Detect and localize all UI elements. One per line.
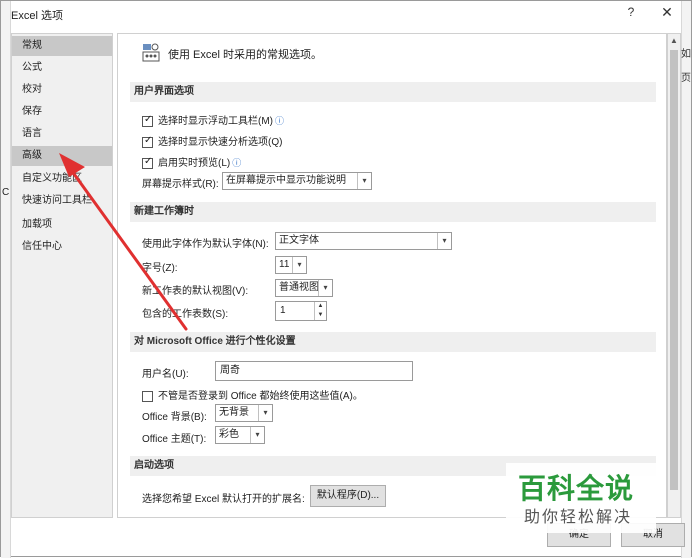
option-live-preview[interactable]: 启用实时预览(L)ⓘ [142, 154, 241, 169]
nav-item-quick-access-toolbar[interactable]: 快速访问工具栏 [12, 191, 112, 211]
nav-item-customize-ribbon[interactable]: 自定义功能区 [12, 169, 112, 189]
section-new-workbook: 新建工作簿时 [130, 202, 656, 222]
spinner-arrows-icon[interactable]: ▲ ▼ [314, 302, 326, 320]
chevron-down-icon: ▾ [250, 427, 264, 443]
screentip-label: 屏幕提示样式(R): [142, 179, 219, 190]
username-input[interactable]: 周奇 [215, 361, 413, 381]
chevron-down-icon: ▾ [318, 280, 332, 296]
content-scrollbar[interactable]: ▲ [667, 33, 681, 518]
quick-analysis-checkbox[interactable] [142, 135, 153, 148]
chevron-down-icon: ▾ [292, 257, 306, 273]
options-content: 使用 Excel 时采用的常规选项。 用户界面选项 选择时显示浮动工具栏(M)ⓘ… [117, 33, 667, 518]
background-label-left: C [2, 187, 10, 198]
default-font-value: 正文字体 [279, 235, 319, 246]
nav-item-formulas[interactable]: 公式 [12, 58, 112, 78]
options-dialog: Excel 选项 ? ✕ C 如 页 常规 公式 校对 保存 语言 高级 自定义… [0, 0, 692, 558]
office-background-label: Office 背景(B): [142, 412, 207, 423]
title-bar: Excel 选项 ? ✕ [1, 1, 691, 27]
default-extensions-label: 选择您希望 Excel 默认打开的扩展名: [142, 494, 305, 505]
background-workbook-right: 如 页 [681, 1, 691, 558]
intro-text: 使用 Excel 时采用的常规选项。 [168, 49, 323, 61]
sheet-count-label: 包含的工作表数(S): [142, 309, 229, 320]
screentip-style-select[interactable]: 在屏幕提示中显示功能说明 ▾ [222, 172, 372, 190]
font-size-label: 字号(Z): [142, 263, 178, 274]
info-icon: ⓘ [275, 116, 285, 126]
dialog-title: Excel 选项 [11, 10, 63, 22]
username-label: 用户名(U): [142, 369, 189, 380]
background-label-right-1: 如 [681, 49, 691, 60]
chevron-down-icon: ▾ [258, 405, 272, 421]
close-button[interactable]: ✕ [658, 4, 676, 22]
nav-item-general[interactable]: 常规 [12, 36, 112, 56]
office-theme-label: Office 主题(T): [142, 434, 207, 445]
office-theme-value: 彩色 [219, 429, 239, 440]
chevron-down-icon: ▾ [437, 233, 451, 249]
office-background-value: 无背景 [219, 407, 249, 418]
mini-toolbar-label: 选择时显示浮动工具栏(M) [158, 116, 273, 127]
background-label-right-2: 页 [681, 73, 691, 84]
always-use-checkbox[interactable] [142, 390, 153, 402]
quick-analysis-label: 选择时显示快速分析选项(Q) [158, 137, 283, 148]
mini-toolbar-checkbox[interactable] [142, 114, 153, 127]
nav-item-language[interactable]: 语言 [12, 124, 112, 144]
chevron-down-icon: ▾ [357, 173, 371, 189]
section-personalize: 对 Microsoft Office 进行个性化设置 [130, 332, 656, 352]
font-size-value: 11 [279, 259, 290, 270]
scroll-up-icon[interactable]: ▲ [668, 34, 680, 48]
default-view-select[interactable]: 普通视图 ▾ [275, 279, 333, 297]
option-mini-toolbar[interactable]: 选择时显示浮动工具栏(M)ⓘ [142, 112, 284, 127]
nav-item-save[interactable]: 保存 [12, 102, 112, 122]
help-button[interactable]: ? [623, 5, 639, 21]
general-options-icon [142, 43, 160, 62]
office-background-select[interactable]: 无背景 ▾ [215, 404, 273, 422]
scroll-thumb[interactable] [670, 50, 678, 490]
default-font-select[interactable]: 正文字体 ▾ [275, 232, 452, 250]
live-preview-label: 启用实时预览(L) [158, 158, 231, 169]
nav-item-proofing[interactable]: 校对 [12, 80, 112, 100]
font-size-select[interactable]: 11 ▾ [275, 256, 307, 274]
nav-item-add-ins[interactable]: 加载项 [12, 215, 112, 235]
options-nav: 常规 公式 校对 保存 语言 高级 自定义功能区 快速访问工具栏 加载项 信任中… [11, 33, 113, 518]
option-quick-analysis[interactable]: 选择时显示快速分析选项(Q) [142, 133, 282, 148]
watermark: 百科全说 助你轻松解决 [506, 463, 656, 533]
always-use-label: 不管是否登录到 Office 都始终使用这些值(A)。 [158, 391, 363, 402]
screentip-style-value: 在屏幕提示中显示功能说明 [226, 175, 346, 186]
watermark-slogan: 助你轻松解决 [524, 509, 633, 526]
default-font-label: 使用此字体作为默认字体(N): [142, 239, 269, 250]
default-programs-button[interactable]: 默认程序(D)... [310, 485, 386, 507]
option-always-use[interactable]: 不管是否登录到 Office 都始终使用这些值(A)。 [142, 387, 363, 402]
section-ui-options: 用户界面选项 [130, 82, 656, 102]
office-theme-select[interactable]: 彩色 ▾ [215, 426, 265, 444]
info-icon: ⓘ [232, 158, 242, 168]
background-workbook-left: C [1, 1, 11, 558]
sheet-count-value: 1 [280, 305, 286, 316]
nav-item-advanced[interactable]: 高级 [12, 146, 112, 166]
nav-item-trust-center[interactable]: 信任中心 [12, 237, 112, 257]
default-view-label: 新工作表的默认视图(V): [142, 286, 249, 297]
sheet-count-spinner[interactable]: 1 ▲ ▼ [275, 301, 327, 321]
watermark-logo-text: 百科全说 [518, 473, 635, 504]
default-view-value: 普通视图 [279, 282, 319, 293]
live-preview-checkbox[interactable] [142, 156, 153, 169]
